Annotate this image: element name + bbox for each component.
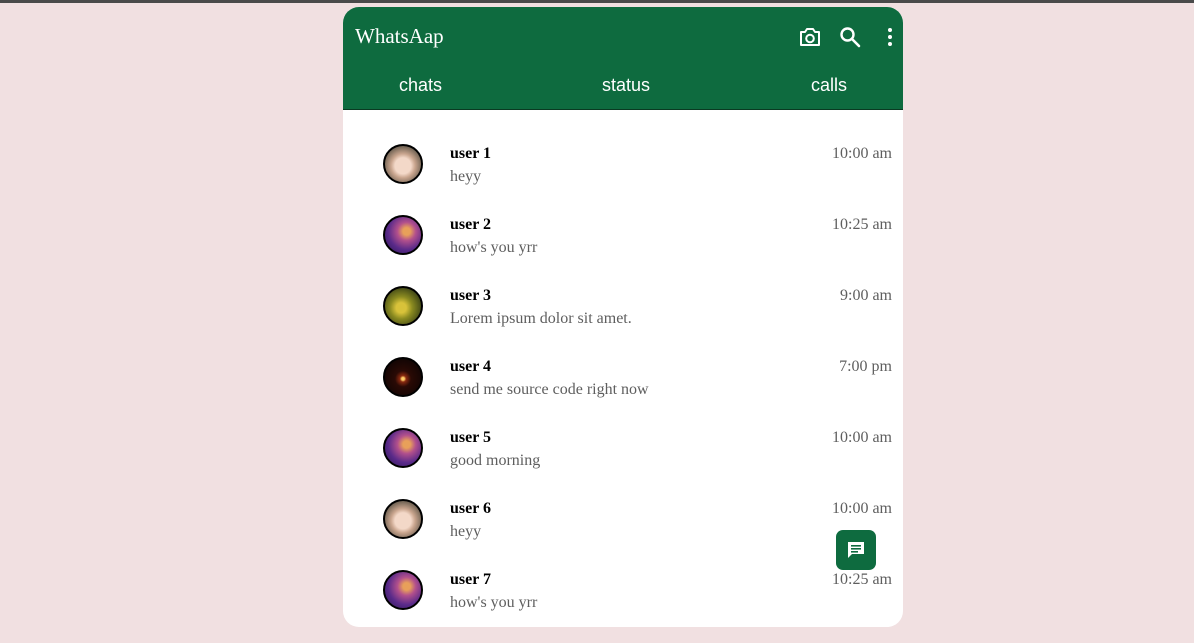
search-icon[interactable] xyxy=(837,24,863,50)
chat-row[interactable]: user 3 Lorem ipsum dolor sit amet. 9:00 … xyxy=(343,263,903,334)
chat-time: 7:00 pm xyxy=(839,358,892,375)
tab-status[interactable]: status xyxy=(602,75,650,96)
chat-time: 10:25 am xyxy=(832,216,892,233)
chat-row[interactable]: user 5 good morning 10:00 am xyxy=(343,405,903,476)
chat-row[interactable]: user 1 heyy 10:00 am xyxy=(343,121,903,192)
avatar[interactable] xyxy=(383,570,423,610)
chat-app-window: WhatsAap chats status calls user 1 heyy … xyxy=(343,7,903,627)
chat-time: 10:25 am xyxy=(832,571,892,588)
avatar[interactable] xyxy=(383,499,423,539)
chat-last-message: good morning xyxy=(450,452,541,469)
chat-name: user 1 xyxy=(450,145,492,162)
avatar[interactable] xyxy=(383,286,423,326)
new-chat-button[interactable] xyxy=(836,530,876,570)
chat-name: user 7 xyxy=(450,571,492,588)
chat-last-message: heyy xyxy=(450,168,482,185)
chat-name: user 6 xyxy=(450,500,492,517)
tab-calls[interactable]: calls xyxy=(811,75,847,96)
chat-row[interactable]: user 6 heyy 10:00 am xyxy=(343,476,903,547)
window-top-border xyxy=(0,0,1194,3)
chat-time: 10:00 am xyxy=(832,145,892,162)
chat-last-message: heyy xyxy=(450,523,482,540)
chat-name: user 2 xyxy=(450,216,492,233)
chat-name: user 5 xyxy=(450,429,492,446)
chat-row[interactable]: user 7 how's you yrr 10:25 am xyxy=(343,547,903,618)
chat-row[interactable]: user 4 send me source code right now 7:0… xyxy=(343,334,903,405)
app-header: WhatsAap chats status calls xyxy=(343,7,903,110)
chat-last-message: how's you yrr xyxy=(450,239,538,256)
app-title: WhatsAap xyxy=(355,24,444,48)
avatar[interactable] xyxy=(383,215,423,255)
avatar[interactable] xyxy=(383,144,423,184)
chat-row[interactable]: user 2 how's you yrr 10:25 am xyxy=(343,192,903,263)
chat-time: 9:00 am xyxy=(840,287,892,304)
camera-icon[interactable] xyxy=(797,24,823,50)
chat-time: 10:00 am xyxy=(832,429,892,446)
chat-last-message: how's you yrr xyxy=(450,594,538,611)
chat-name: user 4 xyxy=(450,358,492,375)
chat-last-message: Lorem ipsum dolor sit amet. xyxy=(450,310,632,327)
chat-name: user 3 xyxy=(450,287,492,304)
chat-time: 10:00 am xyxy=(832,500,892,517)
more-vert-icon[interactable] xyxy=(878,24,902,50)
tab-chats[interactable]: chats xyxy=(399,75,442,96)
new-chat-icon xyxy=(848,542,864,558)
avatar[interactable] xyxy=(383,428,423,468)
chat-last-message: send me source code right now xyxy=(450,381,649,398)
avatar[interactable] xyxy=(383,357,423,397)
